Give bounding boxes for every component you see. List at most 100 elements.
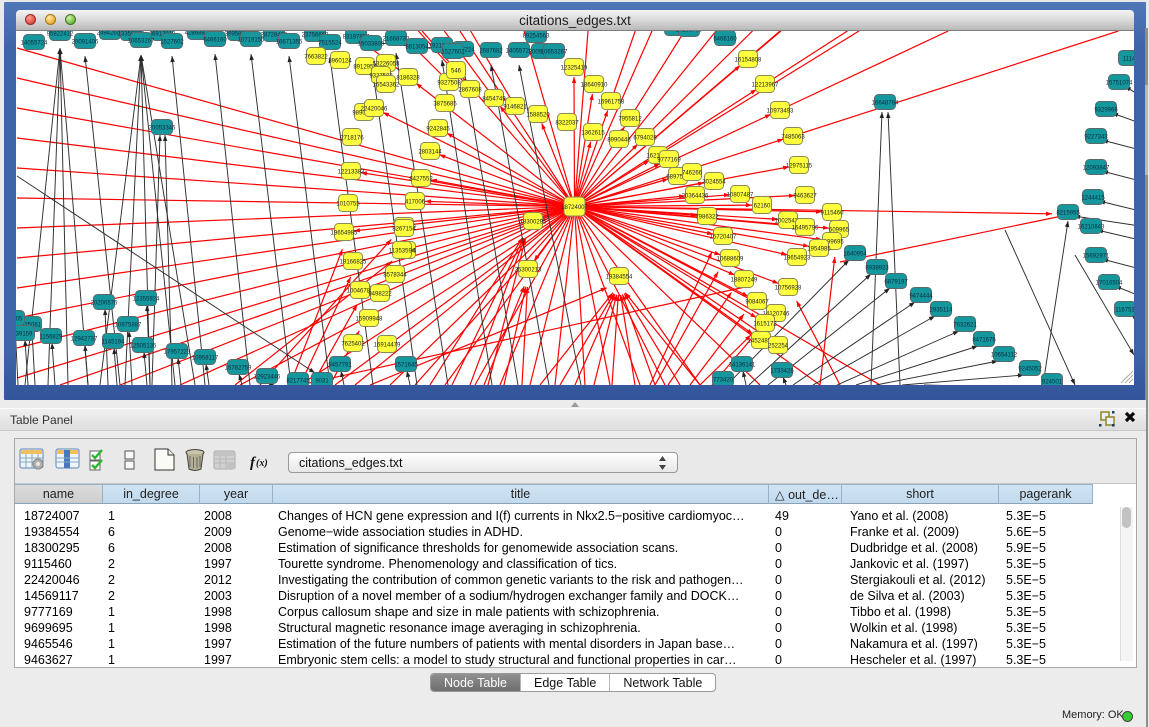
svg-text:20091406: 20091406 [72,40,99,46]
svg-text:924501: 924501 [1042,380,1063,386]
svg-text:10973493: 10973493 [767,109,794,115]
svg-text:8427552: 8427552 [409,177,433,183]
svg-text:10975887: 10975887 [115,323,142,329]
svg-text:1571645: 1571645 [394,363,418,369]
svg-text:1527602: 1527602 [160,40,184,46]
svg-text:7955812: 7955812 [618,117,642,123]
svg-text:15909948: 15909948 [356,317,383,323]
svg-text:(x): (x) [256,458,268,469]
svg-text:1615172: 1615172 [753,322,777,328]
svg-text:19166825: 19166825 [340,260,367,266]
svg-text:16782759: 16782759 [225,366,252,372]
svg-text:16648784: 16648784 [872,101,899,107]
svg-text:8471676: 8471676 [972,338,996,344]
svg-text:12093847: 12093847 [1083,166,1110,172]
svg-text:8960124: 8960124 [328,59,352,65]
svg-text:19654923: 19654923 [784,256,811,262]
svg-text:1733426: 1733426 [770,369,794,375]
svg-text:1527602: 1527602 [441,50,465,56]
svg-text:15692971: 15692971 [1083,254,1110,260]
svg-text:1640954: 1640954 [843,252,867,258]
svg-text:1954985: 1954985 [807,247,831,253]
svg-text:3875685: 3875685 [433,102,457,108]
svg-text:6466160: 6466160 [713,37,737,43]
svg-text:10688609: 10688609 [717,257,744,263]
svg-text:39159: 39159 [16,332,33,338]
svg-text:12213383: 12213383 [338,170,365,176]
svg-text:1010755: 1010755 [336,202,360,208]
svg-text:8267154: 8267154 [392,227,416,233]
svg-text:6466160: 6466160 [203,38,227,44]
svg-text:15720407: 15720407 [710,235,737,241]
svg-text:9242845: 9242845 [426,127,450,133]
svg-text:252254: 252254 [768,344,789,350]
svg-text:62160: 62160 [754,204,771,210]
svg-text:9245052: 9245052 [1018,367,1042,373]
svg-text:8938923: 8938923 [865,266,889,272]
svg-text:546: 546 [451,69,462,75]
svg-text:7625402: 7625402 [341,342,365,348]
svg-text:2687682: 2687682 [479,49,503,55]
svg-text:2718176: 2718176 [340,136,364,142]
svg-text:9463627: 9463627 [793,194,817,200]
svg-text:9498222: 9498222 [368,292,392,298]
svg-text:8813054: 8813054 [405,45,429,51]
svg-text:8322037: 8322037 [555,121,579,127]
svg-text:10756928: 10756928 [775,286,802,292]
svg-text:18724007: 18724007 [561,205,588,211]
svg-text:10653267: 10653267 [541,50,568,56]
svg-text:9146821: 9146821 [503,105,527,111]
svg-text:9327508: 9327508 [437,81,461,87]
svg-text:6879197: 6879197 [884,280,908,286]
svg-text:11353594: 11353594 [389,249,416,255]
svg-text:8217745: 8217745 [286,379,310,385]
svg-text:16961758: 16961758 [598,100,625,106]
svg-text:10654112: 10654112 [991,353,1018,359]
svg-text:1362615: 1362615 [581,131,605,137]
svg-text:8215955: 8215955 [1056,211,1080,217]
svg-text:95822412: 95822412 [47,32,74,38]
svg-text:746266: 746266 [682,171,703,177]
svg-text:12325419: 12325419 [561,66,588,72]
svg-text:6794028: 6794028 [633,136,657,142]
svg-text:7986322: 7986322 [695,215,719,221]
svg-text:12213967: 12213967 [752,83,779,89]
svg-text:116753: 116753 [1115,308,1134,314]
svg-text:16033809: 16033809 [358,42,385,48]
svg-text:14136141: 14136141 [729,363,756,369]
svg-text:3024554: 3024554 [702,180,726,186]
svg-text:18807249: 18807249 [731,278,758,284]
svg-text:1588520: 1588520 [526,113,550,119]
svg-text:21668732: 21668732 [383,37,410,43]
svg-text:12942737: 12942737 [71,337,98,343]
svg-text:9457791: 9457791 [328,363,352,369]
svg-text:8578344: 8578344 [383,273,407,279]
svg-text:1145194: 1145194 [102,340,126,346]
svg-text:17016504: 17016504 [1096,281,1123,287]
svg-text:9329966: 9329966 [1094,108,1118,114]
svg-text:16543362: 16543362 [373,83,400,89]
svg-text:22420046: 22420046 [361,107,388,113]
svg-text:8454749: 8454749 [482,97,506,103]
svg-text:9084067: 9084067 [745,300,769,306]
svg-text:16495796: 16495796 [792,226,819,232]
svg-text:10807487: 10807487 [727,193,754,199]
svg-text:9777169: 9777169 [657,158,681,164]
svg-text:12355924: 12355924 [133,297,160,303]
svg-text:9115460: 9115460 [821,211,845,217]
svg-text:19654985: 19654985 [331,231,358,237]
svg-text:18640910: 18640910 [581,83,608,89]
svg-text:12923446: 12923446 [254,375,281,381]
svg-text:10719155: 10719155 [238,38,265,44]
svg-text:10653267: 10653267 [128,39,155,45]
svg-text:773420: 773420 [713,378,734,384]
svg-text:19384554: 19384554 [606,275,633,281]
svg-text:9031: 9031 [315,379,329,385]
svg-text:2935114: 2935114 [930,308,954,314]
svg-text:17957223: 17957223 [164,350,191,356]
svg-text:7663822: 7663822 [304,55,328,61]
svg-text:20053346: 20053346 [149,126,176,132]
svg-text:1244415: 1244415 [1081,196,1105,202]
svg-text:12505135: 12505135 [130,344,157,350]
svg-text:16154808: 16154808 [735,58,762,64]
